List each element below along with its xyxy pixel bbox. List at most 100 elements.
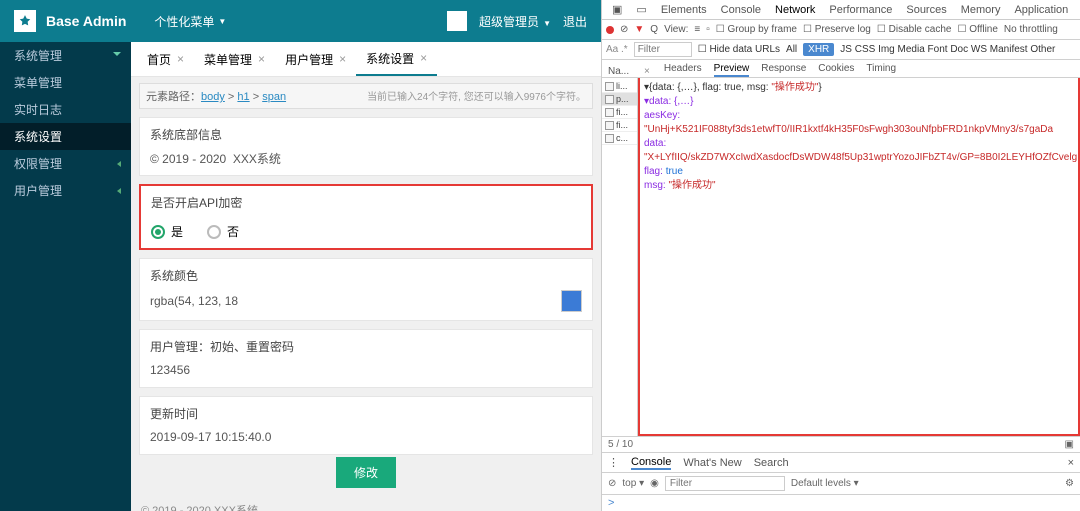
request-row[interactable]: c... bbox=[602, 132, 637, 145]
drawer-console[interactable]: Console bbox=[631, 456, 671, 470]
time-input[interactable] bbox=[150, 428, 582, 446]
tab-home[interactable]: 首页× bbox=[137, 42, 194, 76]
search-icon[interactable]: Q bbox=[650, 24, 658, 35]
tab-bar: 首页× 菜单管理× 用户管理× 系统设置× bbox=[131, 42, 601, 77]
logout-link[interactable]: 退出 bbox=[563, 13, 587, 30]
response-preview[interactable]: ▾{data: {,…}, flag: true, msg: "操作成功"} ▾… bbox=[638, 78, 1080, 436]
api-encrypt-label: 是否开启API加密 bbox=[151, 194, 581, 211]
tab-network[interactable]: Network bbox=[769, 4, 821, 16]
tab-user[interactable]: 用户管理× bbox=[275, 42, 356, 76]
record-icon[interactable] bbox=[606, 26, 614, 34]
devtools: ▣ ▭ Elements Console Network Performance… bbox=[601, 0, 1080, 511]
close-icon[interactable]: × bbox=[177, 52, 184, 66]
inspect-icon[interactable]: ▣ bbox=[606, 3, 628, 16]
device-icon[interactable]: ▭ bbox=[630, 3, 652, 16]
custom-menu-link[interactable]: 个性化菜单 bbox=[154, 13, 214, 30]
avatar[interactable] bbox=[447, 11, 467, 31]
request-row[interactable]: p... bbox=[602, 93, 637, 106]
camera-icon[interactable]: ▫ bbox=[706, 24, 710, 35]
network-toolbar: ⊘ ▼ Q View: ≡ ▫ ☐ Group by frame ☐ Prese… bbox=[602, 20, 1080, 40]
path-span[interactable]: span bbox=[262, 91, 286, 103]
footer-info-input[interactable] bbox=[150, 149, 582, 167]
console-toolbar: ⊘ top ▾ ◉ Default levels ▾ ⚙ bbox=[602, 473, 1080, 495]
levels-select[interactable]: Default levels ▾ bbox=[791, 478, 859, 489]
eye-icon[interactable]: ◉ bbox=[650, 478, 659, 489]
radio-no[interactable]: 否 bbox=[207, 223, 239, 240]
sidebar-item-perm[interactable]: 权限管理 bbox=[0, 150, 131, 177]
tab-application[interactable]: Application bbox=[1008, 4, 1074, 16]
drawer-search[interactable]: Search bbox=[754, 457, 789, 469]
tab-elements[interactable]: Elements bbox=[655, 4, 713, 16]
request-row[interactable]: fi... bbox=[602, 106, 637, 119]
color-input[interactable] bbox=[150, 292, 561, 310]
devtools-tabs: ▣ ▭ Elements Console Network Performance… bbox=[602, 0, 1080, 20]
password-label: 用户管理：初始、重置密码 bbox=[150, 338, 582, 355]
clear-icon[interactable]: ⊘ bbox=[608, 478, 616, 489]
topbar: Base Admin 个性化菜单 ▼ 超级管理员▼ 退出 bbox=[0, 0, 601, 42]
footer-info-label: 系统底部信息 bbox=[150, 126, 582, 143]
close-icon[interactable]: × bbox=[258, 52, 265, 66]
filter-icon[interactable]: ▼ bbox=[634, 24, 644, 35]
password-input[interactable] bbox=[150, 361, 582, 379]
path-body[interactable]: body bbox=[201, 91, 225, 103]
color-swatch[interactable] bbox=[561, 290, 582, 312]
brand-icon bbox=[14, 10, 36, 32]
radio-checked-icon bbox=[151, 225, 165, 239]
color-card: 系统颜色 bbox=[139, 258, 593, 321]
char-hint: 当前已输入24个字符, 您还可以输入9976个字符。 bbox=[367, 88, 586, 104]
password-card: 用户管理：初始、重置密码 bbox=[139, 329, 593, 388]
drawer-whatsnew[interactable]: What's New bbox=[683, 457, 741, 469]
close-icon[interactable]: × bbox=[420, 51, 427, 65]
type-xhr[interactable]: XHR bbox=[803, 43, 834, 56]
type-all[interactable]: All bbox=[786, 44, 797, 55]
color-label: 系统颜色 bbox=[150, 267, 582, 284]
close-icon[interactable]: × bbox=[1068, 457, 1074, 469]
subtab-preview[interactable]: Preview bbox=[714, 63, 750, 77]
footer-info-card: 系统底部信息 bbox=[139, 117, 593, 176]
subtab-cookies[interactable]: Cookies bbox=[818, 63, 854, 77]
filter-input[interactable] bbox=[634, 42, 692, 57]
sidebar-item-system[interactable]: 系统管理 bbox=[0, 42, 131, 69]
context-select[interactable]: top ▾ bbox=[622, 478, 644, 489]
radio-unchecked-icon bbox=[207, 225, 221, 239]
page-footer: © 2019 - 2020 XXX系统 bbox=[139, 496, 593, 511]
sidebar-item-settings[interactable]: 系统设置 bbox=[0, 123, 131, 150]
gear-icon[interactable]: ⚙ bbox=[1065, 478, 1074, 489]
network-status: 5 / 10▣ bbox=[602, 437, 1080, 453]
tab-settings[interactable]: 系统设置× bbox=[356, 42, 437, 76]
tab-console[interactable]: Console bbox=[715, 4, 767, 16]
tab-memory[interactable]: Memory bbox=[955, 4, 1007, 16]
network-headers: Na... × Headers Preview Response Cookies… bbox=[602, 60, 1080, 78]
sidebar-item-menu[interactable]: 菜单管理 bbox=[0, 69, 131, 96]
file-icon bbox=[605, 82, 614, 91]
network-filter-bar: Aa .* ☐ Hide data URLs All XHR JS CSS Im… bbox=[602, 40, 1080, 60]
api-encrypt-card: 是否开启API加密 是 否 bbox=[139, 184, 593, 250]
tab-performance[interactable]: Performance bbox=[823, 4, 898, 16]
user-menu[interactable]: 超级管理员▼ bbox=[479, 13, 551, 30]
subtab-response[interactable]: Response bbox=[761, 63, 806, 77]
sidebar-item-user[interactable]: 用户管理 bbox=[0, 177, 131, 204]
file-icon bbox=[605, 134, 614, 143]
view-icon[interactable]: ≡ bbox=[694, 24, 700, 35]
submit-button[interactable]: 修改 bbox=[336, 457, 396, 488]
request-row[interactable]: li... bbox=[602, 80, 637, 93]
close-icon[interactable]: × bbox=[339, 52, 346, 66]
subtab-timing[interactable]: Timing bbox=[866, 63, 896, 77]
console-filter[interactable] bbox=[665, 476, 785, 491]
radio-yes[interactable]: 是 bbox=[151, 223, 183, 240]
subtab-headers[interactable]: Headers bbox=[664, 63, 702, 77]
sidebar-item-log[interactable]: 实时日志 bbox=[0, 96, 131, 123]
request-row[interactable]: fi... bbox=[602, 119, 637, 132]
brand-title: Base Admin bbox=[46, 13, 126, 29]
path-h1[interactable]: h1 bbox=[237, 91, 249, 103]
file-icon bbox=[605, 95, 614, 104]
type-others[interactable]: JS CSS Img Media Font Doc WS Manifest Ot… bbox=[840, 44, 1055, 55]
time-card: 更新时间 bbox=[139, 396, 593, 455]
tab-sources[interactable]: Sources bbox=[900, 4, 952, 16]
console-prompt[interactable]: > bbox=[602, 495, 1080, 511]
chevron-down-icon: ▼ bbox=[218, 17, 226, 26]
tab-menu[interactable]: 菜单管理× bbox=[194, 42, 275, 76]
clear-icon[interactable]: ⊘ bbox=[620, 24, 628, 35]
tab-security[interactable]: Security bbox=[1076, 4, 1080, 16]
time-label: 更新时间 bbox=[150, 405, 582, 422]
